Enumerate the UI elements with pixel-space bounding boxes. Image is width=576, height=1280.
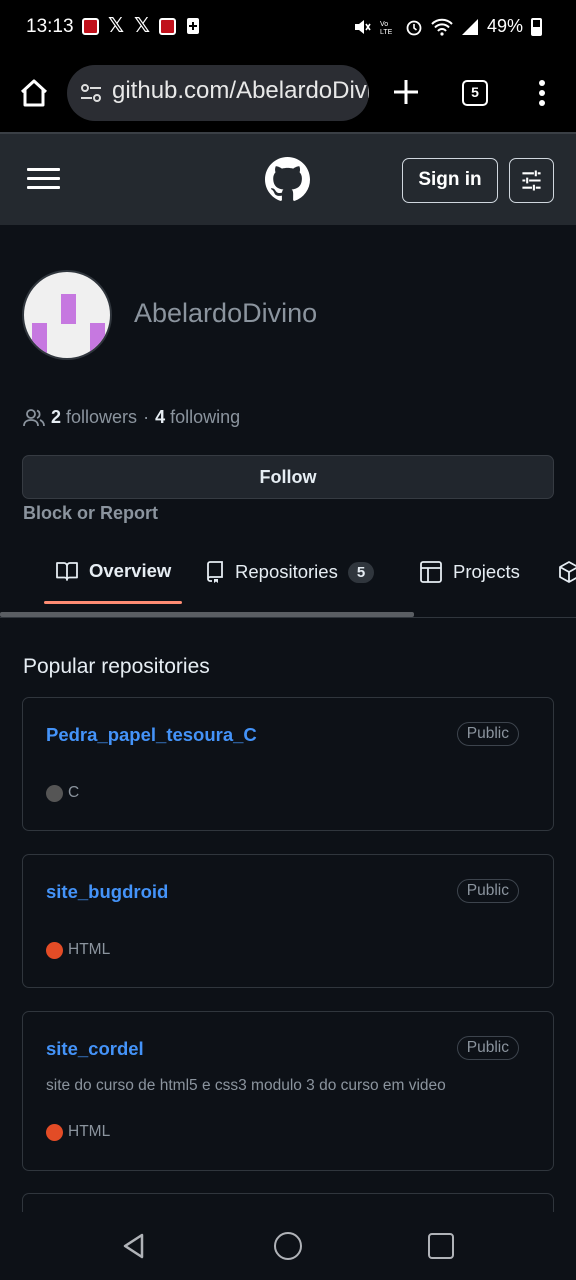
back-icon[interactable] [120,1232,148,1260]
signal-icon [461,18,478,35]
block-or-report-link[interactable]: Block or Report [23,503,158,524]
repo-language: HTML [46,941,110,959]
followers-count: 2 [51,407,62,427]
x-app-icon: 𝕏 [133,15,151,37]
language-color-dot [46,784,63,802]
language-label: HTML [68,1123,111,1140]
package-icon [559,561,576,583]
tab-packages[interactable] [558,560,576,584]
visibility-badge: Public [456,879,519,903]
new-tab-icon[interactable] [390,76,422,108]
home-nav-icon[interactable] [274,1232,302,1260]
language-label: HTML [68,941,111,958]
repo-card: Pedra_papel_tesoura_C Public C [22,697,554,831]
settings-sliders-icon[interactable] [509,158,554,203]
sign-in-button[interactable]: Sign in [402,158,498,203]
home-icon[interactable] [17,76,51,110]
wifi-icon [431,18,453,36]
battery-icon [531,17,542,36]
tab-label: Overview [89,560,172,581]
language-label: C [68,784,80,801]
repo-card: site_cordel Public site do curso de html… [22,1011,554,1171]
following-link[interactable]: 4 following [155,407,240,428]
followers-link[interactable]: 2 followers [51,407,137,428]
repo-language: HTML [46,1123,110,1141]
battery-plus-icon [187,18,199,34]
active-tab-indicator [44,601,182,604]
tab-projects[interactable]: Projects [419,560,520,584]
status-bar: 13:13 𝕏 𝕏 Vo LTE 49% [0,0,576,56]
site-settings-icon[interactable] [79,81,103,105]
separator: · [143,407,150,427]
repo-name-link[interactable]: site_bugdroid [46,881,168,903]
status-time: 13:13 [26,16,74,37]
battery-percent: 49% [486,16,523,36]
repo-description: site do curso de html5 e css3 modulo 3 d… [46,1077,446,1094]
app-notification-icon [82,17,99,35]
followers-label: followers [66,407,138,427]
tab-switcher-button[interactable]: 5 [462,80,488,106]
recents-icon[interactable] [428,1233,454,1259]
tab-overview[interactable]: Overview [55,560,171,582]
svg-text:Vo: Vo [380,21,388,28]
browser-toolbar: github.com/AbelardoDivino 5 [0,56,576,132]
table-icon [420,561,442,583]
mute-icon [354,19,371,34]
svg-text:LTE: LTE [380,29,393,36]
profile-username: AbelardoDivino [134,298,318,328]
profile-tabs: Overview Repositories 5 Projects [0,540,576,618]
github-header: Sign in [0,132,576,225]
people-icon [23,408,45,426]
notification-icons: 𝕏 𝕏 [82,15,202,37]
repo-language: C [46,784,79,802]
system-icons: Vo LTE 49% [353,16,542,37]
repo-name-link[interactable]: site_cordel [46,1038,144,1060]
repositories-counter: 5 [347,561,375,583]
tab-label: Projects [453,561,520,582]
repo-card: site_bugdroid Public HTML [22,854,554,988]
hamburger-menu-icon[interactable] [27,168,60,190]
app-notification-icon [159,17,176,35]
address-bar[interactable]: github.com/AbelardoDivino [67,65,369,121]
x-app-icon: 𝕏 [107,15,125,37]
tab-label: Repositories [235,561,338,582]
system-nav-bar [0,1212,576,1280]
identicon [32,294,105,353]
popular-repositories-title: Popular repositories [23,655,210,678]
book-icon [56,562,78,581]
following-label: following [170,407,241,427]
tabs-scrollbar[interactable] [0,612,414,617]
tab-repositories[interactable]: Repositories 5 [205,560,375,584]
visibility-badge: Public [456,1036,519,1060]
language-color-dot [46,1123,63,1141]
github-logo-icon[interactable] [265,157,310,202]
following-count: 4 [155,407,166,427]
follow-button[interactable]: Follow [22,455,554,499]
repo-name-link[interactable]: Pedra_papel_tesoura_C [46,724,257,746]
follow-stats: 2 followers · 4 following [23,407,240,428]
volte-icon: VoLTE [380,21,393,36]
language-color-dot [46,941,63,959]
repo-icon [207,561,223,583]
url-text[interactable]: github.com/AbelardoDivino [112,77,369,105]
more-menu-icon[interactable] [532,78,552,108]
avatar [22,270,112,360]
alarm-icon [406,20,422,35]
visibility-badge: Public [456,722,519,746]
